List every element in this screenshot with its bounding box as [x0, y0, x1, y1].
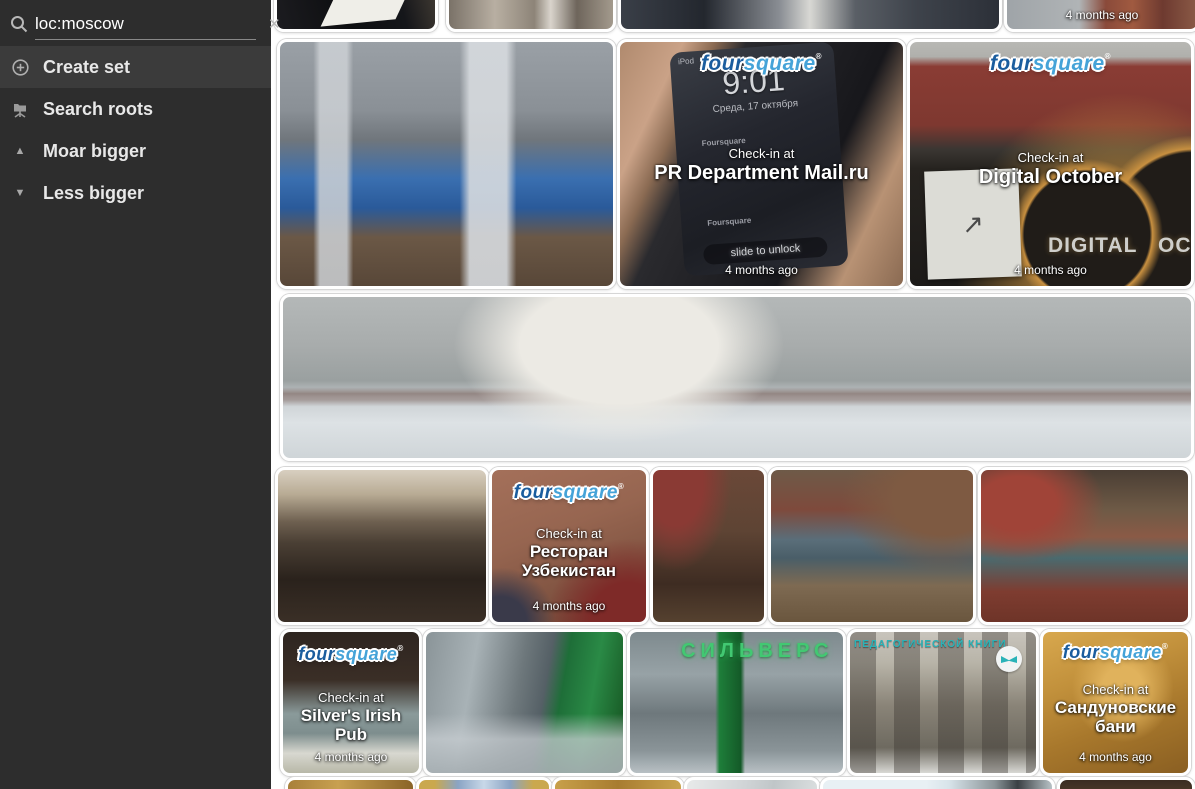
- photo-tile-checkin-silvers-irish-pub[interactable]: foursquare® Check-in at Silver's Irish P…: [280, 629, 422, 776]
- photo-age-label: 4 months ago: [910, 263, 1191, 277]
- sidebar-item-create-set[interactable]: Create set: [0, 46, 271, 88]
- photo-tile-pub-neon-sign[interactable]: СИЛЬВЕРС: [627, 629, 846, 776]
- photo-tile-checkin-pr-department[interactable]: iPod 9:01 Среда, 17 октября Foursquare F…: [617, 39, 906, 289]
- photo-tile-checkin-sandunovskie-bani[interactable]: foursquare® Check-in at Сандуновские бан…: [1040, 629, 1191, 776]
- triangle-up-icon: ▲: [10, 145, 30, 157]
- photo-tile-restaurant-interior-1[interactable]: [650, 467, 767, 625]
- foursquare-logo: foursquare®: [492, 482, 646, 504]
- venue-name: Silver's Irish Pub: [283, 706, 419, 744]
- photo-tile-bookstore[interactable]: ПЕДАГОГИЧЕСКОЙ КНИГИ: [847, 629, 1039, 776]
- foursquare-logo: foursquare®: [910, 52, 1191, 76]
- phone-notification-app: Foursquare: [707, 216, 752, 228]
- search-row: ✕: [0, 0, 271, 46]
- triangle-down-icon: ▼: [10, 187, 30, 199]
- photo-tile-cathedral-panorama[interactable]: [280, 294, 1194, 461]
- foursquare-logo: foursquare®: [1043, 642, 1188, 663]
- venue-name: Ресторан Узбекистан: [492, 542, 646, 580]
- circle-plus-icon: [10, 59, 30, 76]
- sidebar-item-less-bigger[interactable]: ▼ Less bigger: [0, 172, 271, 214]
- checkin-overlay: Check-in at Сандуновские бани: [1043, 682, 1188, 736]
- photo-tile-st-basils[interactable]: 4 months ago: [1004, 0, 1195, 32]
- photo-age-label: 4 months ago: [492, 599, 646, 613]
- slide-to-unlock-label: slide to unlock: [702, 237, 828, 266]
- checkin-overlay: Check-in at PR Department Mail.ru: [620, 146, 903, 184]
- search-icon: [10, 15, 28, 33]
- photo-tile-white-stairs[interactable]: [684, 777, 820, 789]
- photo-tile-checkin-digital-october[interactable]: ↗ DIGITAL OCTOB foursquare® Check-in at …: [907, 39, 1194, 289]
- search-input[interactable]: [35, 14, 256, 34]
- sidebar: ✕ Create set: [0, 0, 271, 789]
- photo-tile-bathhouse-ceiling-1[interactable]: [285, 777, 416, 789]
- photo-tile-snowy-street[interactable]: [820, 777, 1055, 789]
- clear-search-button[interactable]: ✕: [268, 17, 281, 32]
- sidebar-item-label: Create set: [43, 57, 130, 78]
- building-sign-october: OCTOB: [1158, 234, 1194, 258]
- open-book-icon: [996, 646, 1022, 672]
- app-window: ✕ Create set: [0, 0, 1195, 789]
- photo-tile-checkin-restoran-uzbekistan[interactable]: foursquare® Check-in at Ресторан Узбекис…: [489, 467, 649, 625]
- photo-age-label: 4 months ago: [283, 750, 419, 764]
- sidebar-item-search-roots[interactable]: Search roots: [0, 88, 271, 130]
- building-sign-digital: DIGITAL: [1048, 234, 1137, 258]
- roots-icon: [10, 101, 30, 118]
- photo-decor: [320, 0, 412, 26]
- checkin-overlay: Check-in at Silver's Irish Pub: [283, 690, 419, 744]
- photo-tile-people-counter[interactable]: [446, 0, 616, 32]
- photo-tile-atrium[interactable]: [277, 39, 616, 289]
- photo-tile-metro-station[interactable]: [275, 467, 489, 625]
- sidebar-item-label: Search roots: [43, 99, 153, 120]
- photo-tile-dark-table[interactable]: [274, 0, 438, 32]
- photo-tile-bathhouse-ceiling-2[interactable]: [552, 777, 684, 789]
- photo-tile-carved-wall[interactable]: [1057, 777, 1195, 789]
- sidebar-item-label: Less bigger: [43, 183, 144, 204]
- checkin-overlay: Check-in at Ресторан Узбекистан: [492, 526, 646, 580]
- photo-tile-exhibition[interactable]: [618, 0, 1002, 32]
- photo-tile-pub-entrance[interactable]: [423, 629, 626, 776]
- neon-sign-text: СИЛЬВЕРС: [681, 640, 843, 663]
- sidebar-item-label: Moar bigger: [43, 141, 146, 162]
- venue-name: PR Department Mail.ru: [620, 162, 903, 184]
- photo-age-label: 4 months ago: [1007, 8, 1195, 22]
- venue-name: Сандуновские бани: [1043, 698, 1188, 736]
- sidebar-item-moar-bigger[interactable]: ▲ Moar bigger: [0, 130, 271, 172]
- photo-age-label: 4 months ago: [1043, 750, 1188, 764]
- photo-tile-arch-painting[interactable]: [416, 777, 552, 789]
- sidebar-menu: Create set Search roots ▲ Moar bigger: [0, 46, 271, 214]
- search-underline: [35, 9, 256, 40]
- photo-tile-restaurant-interior-3[interactable]: [978, 467, 1191, 625]
- photo-tile-restaurant-interior-2[interactable]: [768, 467, 976, 625]
- foursquare-logo: foursquare®: [620, 52, 903, 76]
- venue-name: Digital October: [910, 166, 1191, 188]
- checkin-overlay: Check-in at Digital October: [910, 150, 1191, 188]
- foursquare-logo: foursquare®: [283, 644, 419, 665]
- photo-age-label: 4 months ago: [620, 263, 903, 277]
